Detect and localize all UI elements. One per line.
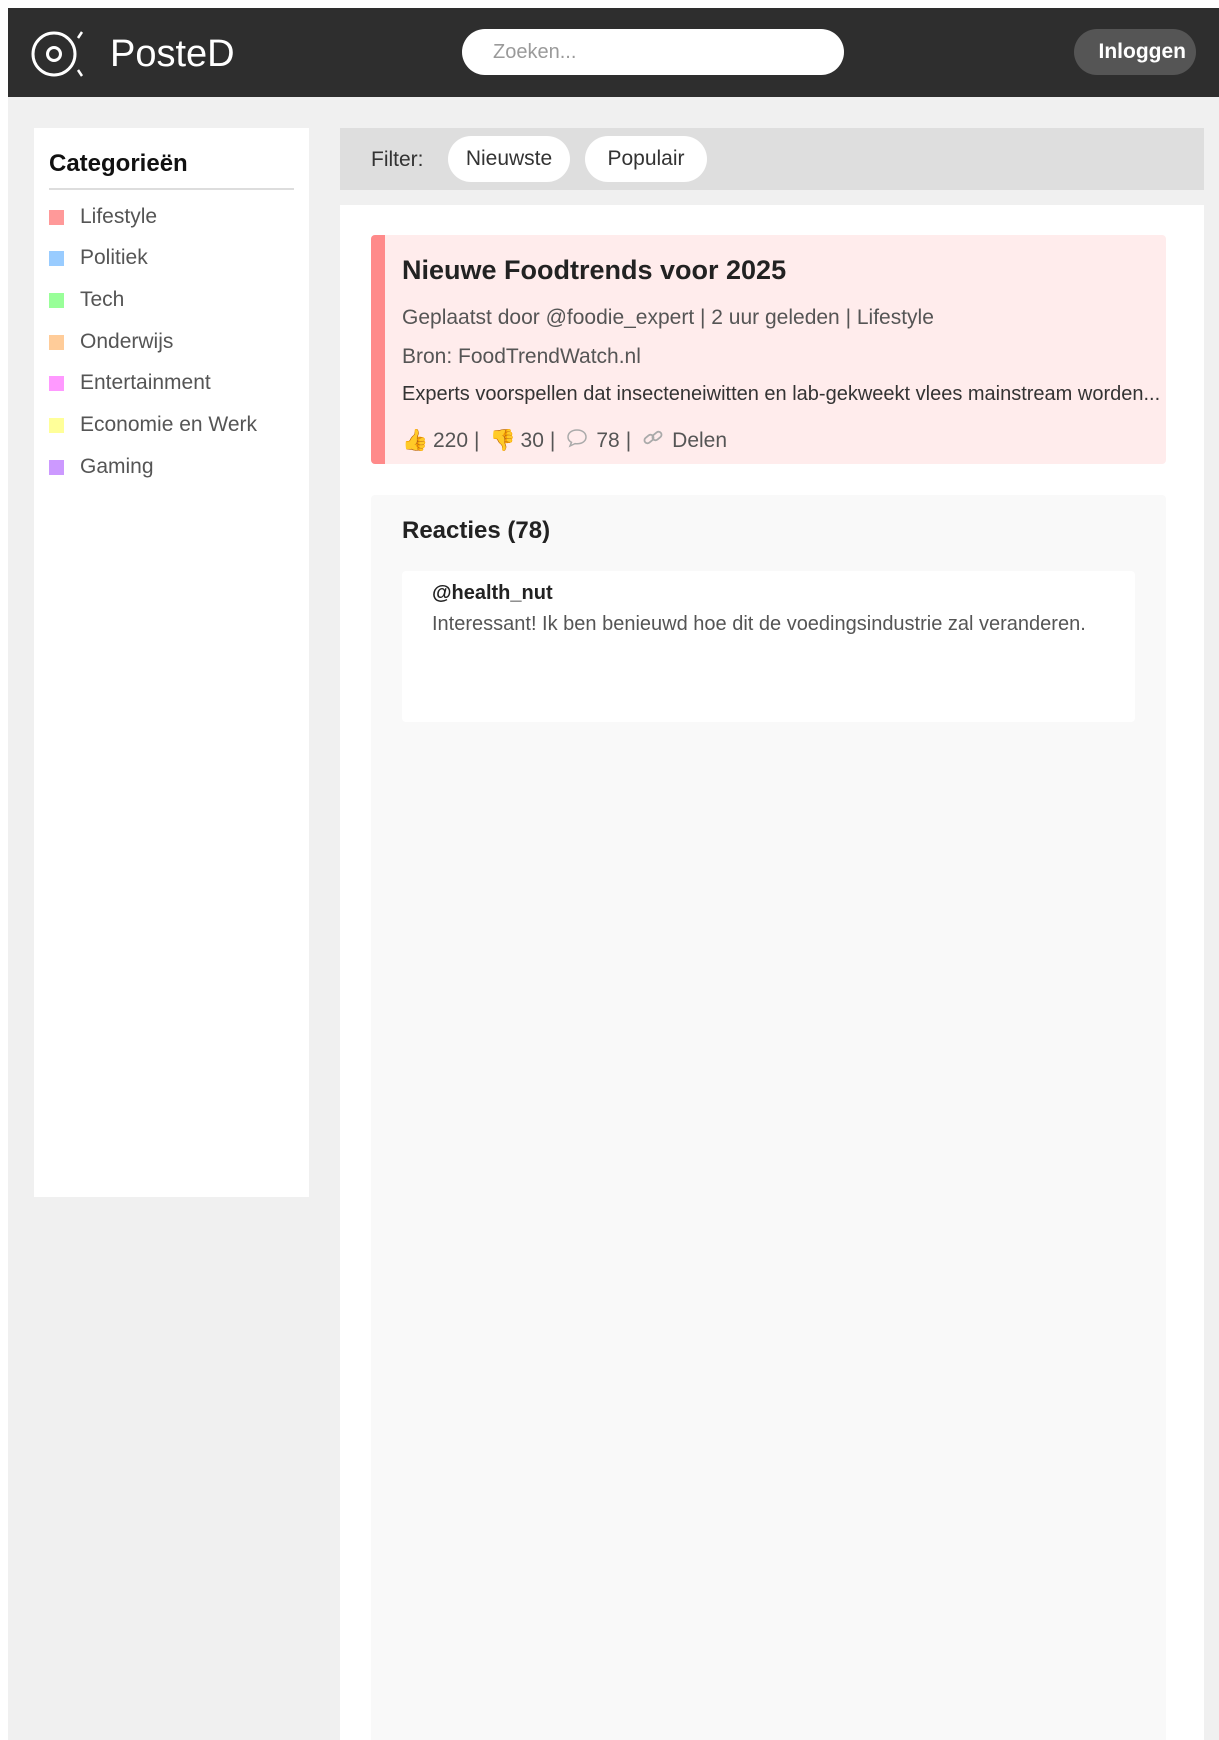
category-color-swatch [49, 335, 64, 350]
sidebar-divider [49, 188, 294, 190]
sidebar-item-entertainment[interactable]: Entertainment [49, 368, 299, 398]
category-label: Economie en Werk [80, 413, 258, 436]
login-button[interactable]: Inloggen [1074, 29, 1196, 75]
sidebar-item-lifestyle[interactable]: Lifestyle [49, 202, 299, 232]
page: PosteD Inloggen Categorieën Lifestyle Po… [8, 8, 1219, 1740]
like-count: 220 [433, 429, 469, 452]
search-input[interactable] [462, 29, 844, 75]
sidebar-item-onderwijs[interactable]: Onderwijs [49, 327, 299, 357]
sidebar-item-politiek[interactable]: Politiek [49, 243, 299, 273]
comment-author[interactable]: @health_nut [432, 582, 553, 605]
share-link[interactable]: Delen [672, 429, 727, 453]
category-label: Lifestyle [80, 205, 158, 228]
link-icon[interactable] [641, 428, 665, 454]
category-label: Politiek [80, 246, 148, 269]
post-card[interactable]: Nieuwe Foodtrends voor 2025 Geplaatst do… [371, 235, 1166, 464]
separator: | [474, 429, 480, 452]
category-label: Entertainment [80, 371, 211, 394]
category-label: Onderwijs [80, 330, 174, 353]
sidebar-item-economie-en-werk[interactable]: Economie en Werk [49, 410, 299, 440]
post-title[interactable]: Nieuwe Foodtrends voor 2025 [402, 255, 786, 286]
category-color-swatch [49, 210, 64, 225]
main-content: Nieuwe Foodtrends voor 2025 Geplaatst do… [340, 205, 1204, 1740]
category-label: Tech [80, 288, 125, 311]
category-color-swatch [49, 376, 64, 391]
thumbs-down-icon[interactable]: 👎 [490, 429, 516, 453]
dislike-count: 30 [520, 429, 544, 452]
comment-count: 78 [596, 429, 620, 452]
category-label: Gaming [80, 455, 154, 478]
filter-label: Filter: [371, 148, 424, 171]
sidebar-item-gaming[interactable]: Gaming [49, 452, 299, 482]
category-color-swatch [49, 460, 64, 475]
comment-card: @health_nut Interessant! Ik ben benieuwd… [402, 571, 1135, 722]
filter-bar: Filter: Nieuwste Populair [340, 128, 1204, 190]
post-category-accent [371, 235, 385, 464]
separator: | [549, 429, 556, 452]
category-color-swatch [49, 251, 64, 266]
filter-newest-button[interactable]: Nieuwste [448, 136, 570, 182]
post-source: Bron: FoodTrendWatch.nl [402, 345, 641, 368]
top-navbar: PosteD Inloggen [8, 8, 1219, 97]
post-excerpt: Experts voorspellen dat insecteneiwitten… [402, 383, 1161, 405]
comment-text: Interessant! Ik ben benieuwd hoe dit de … [432, 613, 1086, 635]
category-color-swatch [49, 293, 64, 308]
sidebar-item-tech[interactable]: Tech [49, 285, 299, 315]
logo-text[interactable]: PosteD [110, 32, 235, 76]
comments-heading: Reacties (78) [402, 517, 551, 544]
separator: | [625, 429, 632, 452]
filter-popular-button[interactable]: Populair [585, 136, 707, 182]
sidebar: Categorieën Lifestyle Politiek Tech Onde… [34, 128, 309, 1197]
category-color-swatch [49, 418, 64, 433]
post-actions: 👍 220 | 👎 30 | 78 | Delen [402, 428, 727, 454]
comments-section: Reacties (78) @health_nut Interessant! I… [371, 495, 1166, 1740]
post-meta: Geplaatst door @foodie_expert | 2 uur ge… [402, 306, 934, 329]
logo-icon [31, 31, 84, 77]
speech-bubble-icon[interactable] [565, 428, 589, 454]
sidebar-title: Categorieën [49, 150, 188, 177]
thumbs-up-icon[interactable]: 👍 [402, 429, 428, 453]
